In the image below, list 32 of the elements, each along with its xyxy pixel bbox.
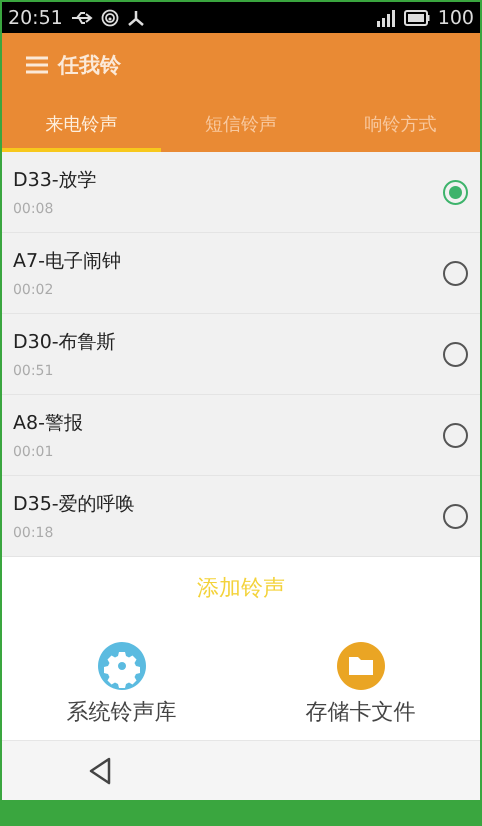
ringtone-name: D35-爱的呼唤 <box>13 492 136 517</box>
share-icon <box>126 8 145 26</box>
ringtone-name: A7-电子闹钟 <box>13 249 122 274</box>
radio-button[interactable] <box>443 504 468 528</box>
ringtone-row[interactable]: D35-爱的呼唤 00:18 <box>2 476 480 557</box>
ringtone-row[interactable]: A7-电子闹钟 00:02 <box>2 233 480 314</box>
ringtone-duration: 00:02 <box>13 282 54 298</box>
hotspot-icon <box>100 8 119 26</box>
ringtone-row[interactable]: A8-警报 00:01 <box>2 395 480 476</box>
radio-button[interactable] <box>443 180 468 204</box>
battery-level: 100 <box>438 6 474 28</box>
status-time: 20:51 <box>8 6 63 28</box>
ringtone-row[interactable]: D33-放学 00:08 <box>2 152 480 233</box>
radio-button[interactable] <box>443 260 468 286</box>
app-title: 任我铃 <box>58 52 121 78</box>
ringtone-name: A8-警报 <box>13 411 84 436</box>
folder-icon <box>336 641 386 691</box>
radio-button[interactable] <box>443 422 468 448</box>
ringtone-duration: 00:01 <box>13 444 54 460</box>
signal-icon <box>376 8 396 26</box>
ringtone-duration: 00:18 <box>13 525 54 541</box>
usb-icon <box>70 10 93 24</box>
ringtone-row[interactable]: D30-布鲁斯 00:51 <box>2 314 480 395</box>
ringtone-name: D33-放学 <box>13 168 98 193</box>
ringtone-duration: 00:51 <box>13 363 54 379</box>
gear-icon <box>96 641 146 691</box>
battery-icon <box>404 10 430 26</box>
radio-button[interactable] <box>443 342 468 366</box>
back-button[interactable] <box>88 756 112 784</box>
back-icon <box>88 756 112 784</box>
ringtone-duration: 00:08 <box>13 201 54 217</box>
ringtone-name: D30-布鲁斯 <box>13 330 117 355</box>
